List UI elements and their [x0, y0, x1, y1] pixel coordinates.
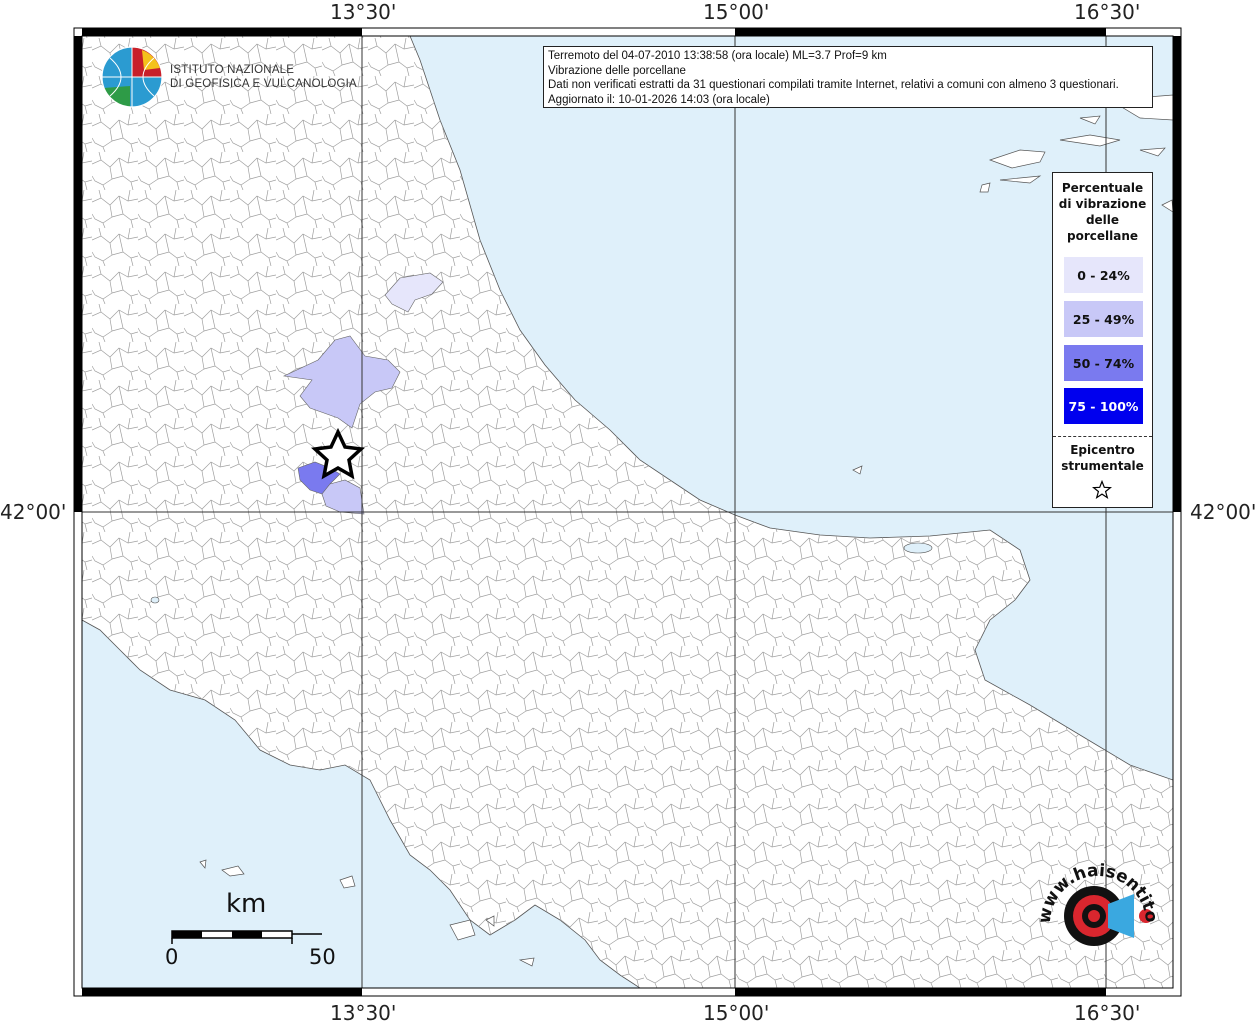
event-info-line4: Aggiornato il: 10-01-2026 14:03 (ora loc…: [548, 93, 770, 106]
lon-label-bottom-2: 15°00': [703, 1001, 770, 1025]
event-info-line1: Terremoto del 04-07-2010 13:38:58 (ora l…: [548, 50, 887, 62]
legend-swatch-25-49: 25 - 49%: [1064, 301, 1143, 337]
lon-label-top-2: 15°00': [703, 0, 770, 24]
scale-min-label: 0: [165, 945, 179, 969]
legend-title: Percentuale di vibrazione delle porcella…: [1058, 181, 1147, 243]
lon-label-bottom-1: 13°30': [330, 1001, 397, 1025]
lon-label-top-3: 16°30': [1074, 0, 1141, 24]
globe-icon: [101, 46, 163, 108]
event-info-line2: Vibrazione delle porcellane: [548, 64, 686, 77]
event-info-line3: Dati non verificati estratti da 31 quest…: [548, 79, 1119, 91]
institute-name: ISTITUTO NAZIONALE DI GEOFISICA E VULCAN…: [170, 63, 357, 91]
event-info-box: Terremoto del 04-07-2010 13:38:58 (ora l…: [543, 46, 1153, 108]
lon-label-bottom-3: 16°30': [1074, 1001, 1141, 1025]
legend-swatch-50-74: 50 - 74%: [1064, 345, 1143, 381]
lat-label-right: 42°00': [1190, 500, 1255, 524]
scale-max-label: 50: [309, 945, 336, 969]
megaphone-icon: www.haisentitoilterremoto.it: [1036, 860, 1161, 946]
lat-label-left: 42°00': [0, 500, 67, 524]
legend-swatch-75-100: 75 - 100%: [1064, 388, 1143, 424]
scale-unit: km: [226, 889, 267, 919]
legend-divider: [1053, 436, 1152, 437]
star-icon: [1092, 480, 1112, 499]
legend-swatch-0-24: 0 - 24%: [1064, 257, 1143, 293]
legend-epicenter-label: Epicentro strumentale: [1061, 443, 1144, 473]
legend: Percentuale di vibrazione delle porcella…: [1052, 172, 1153, 508]
institute-name-line2: DI GEOFISICA E VULCANOLOGIA: [170, 78, 357, 90]
lon-label-top-1: 13°30': [330, 0, 397, 24]
institute-name-line1: ISTITUTO NAZIONALE: [170, 64, 295, 76]
